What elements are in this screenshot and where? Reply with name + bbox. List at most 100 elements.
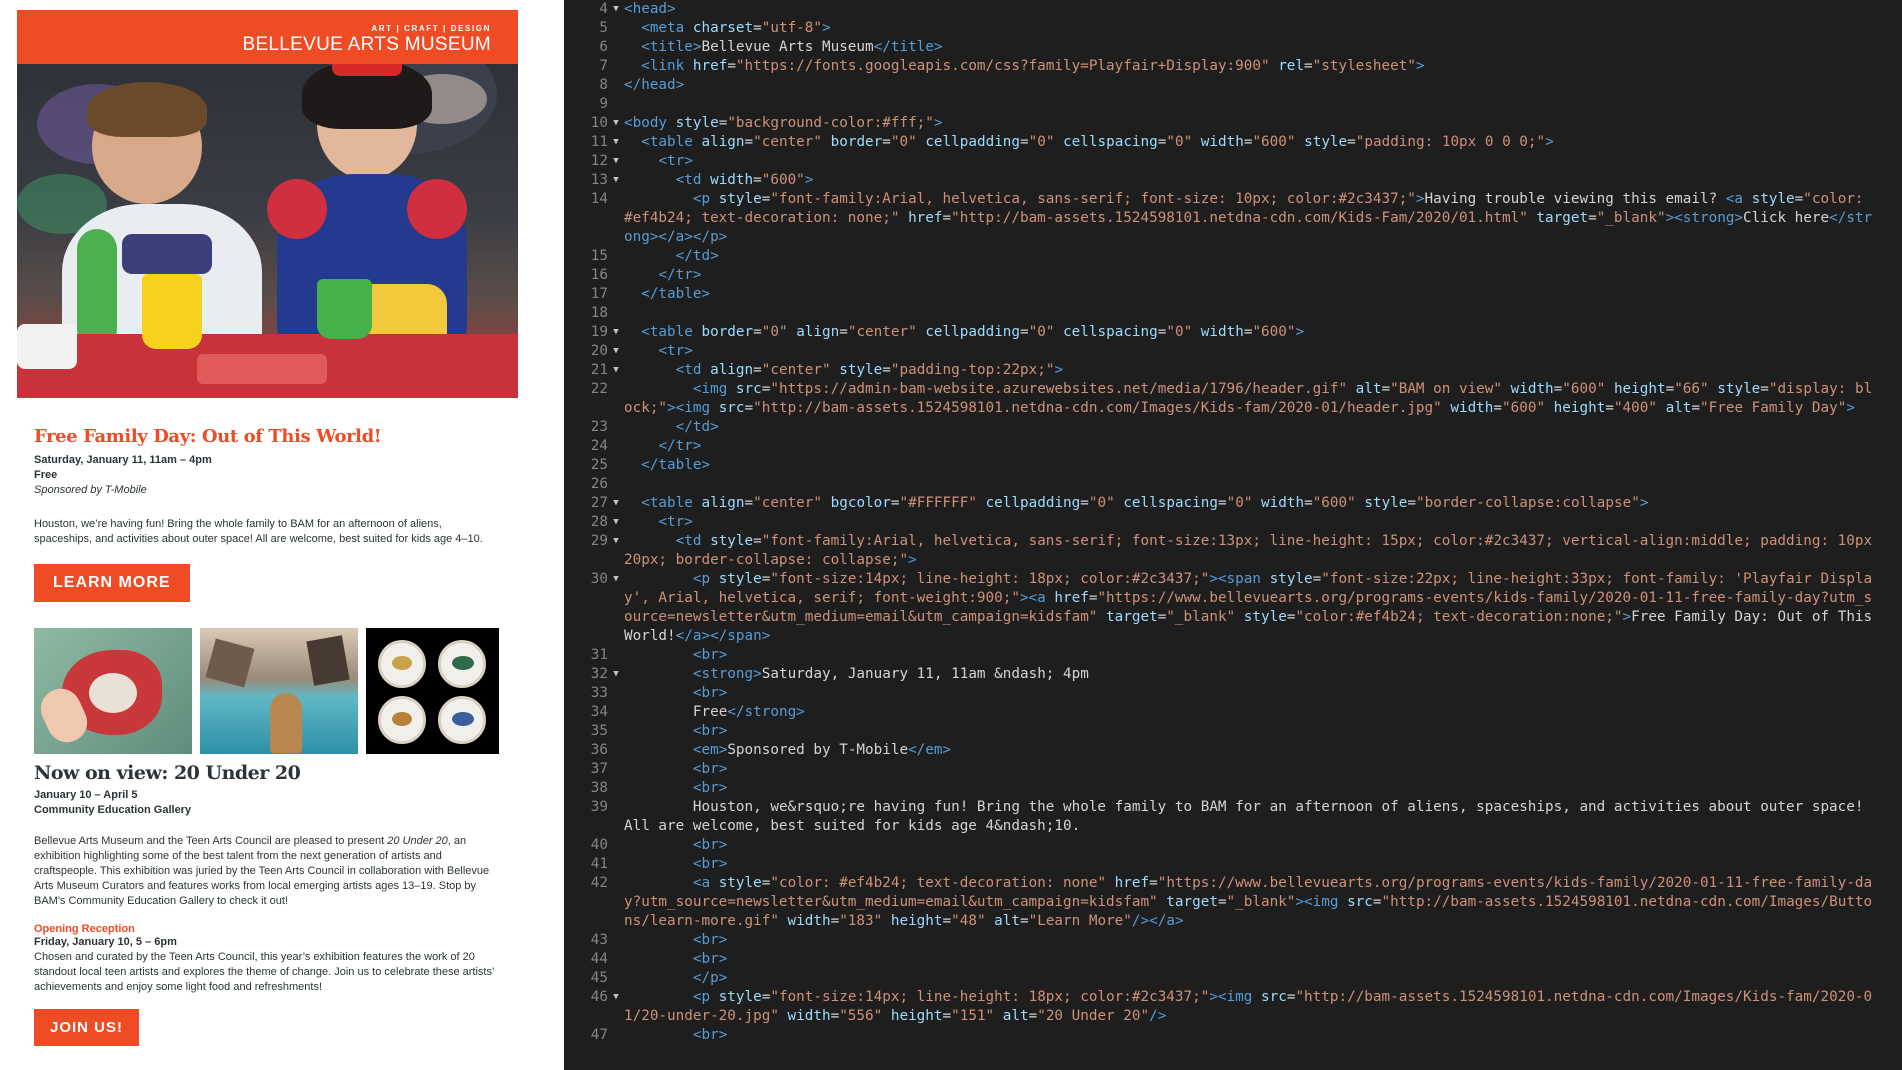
code-text[interactable]: <body style="background-color:#fff;"> (624, 114, 1902, 133)
fold-toggle-icon[interactable]: ▼ (608, 323, 624, 342)
code-text[interactable] (624, 95, 1902, 114)
code-line[interactable]: 46 ▼ <p style="font-size:14px; line-heigh… (564, 988, 1902, 1026)
code-line[interactable]: 8 </head> (564, 76, 1902, 95)
code-text[interactable]: <strong>Saturday, January 11, 11am &ndas… (624, 665, 1902, 684)
code-line[interactable]: 41 <br> (564, 855, 1902, 874)
fold-toggle-icon[interactable]: ▼ (608, 152, 624, 171)
exhibition-gallery-image[interactable] (34, 628, 501, 754)
code-text[interactable]: <table border="0" align="center" cellpad… (624, 323, 1902, 342)
code-line[interactable]: 10 ▼ <body style="background-color:#fff;"> (564, 114, 1902, 133)
code-text[interactable]: <p style="font-size:14px; line-height: 1… (624, 988, 1902, 1026)
code-text[interactable]: <br> (624, 760, 1902, 779)
code-editor-pane[interactable]: 4 ▼ <head> 5 <meta charset="utf-8"> 6 <title… (564, 0, 1902, 1070)
code-text[interactable]: <table align="center" border="0" cellpad… (624, 133, 1902, 152)
code-line[interactable]: 24 </tr> (564, 437, 1902, 456)
code-line[interactable]: 7 <link href="https://fonts.googleapis.c… (564, 57, 1902, 76)
code-line[interactable]: 4 ▼ <head> (564, 0, 1902, 19)
code-line[interactable]: 30 ▼ <p style="font-size:14px; line-heigh… (564, 570, 1902, 646)
code-line[interactable]: 26 (564, 475, 1902, 494)
code-text[interactable]: <br> (624, 646, 1902, 665)
code-line[interactable]: 28 ▼ <tr> (564, 513, 1902, 532)
code-text[interactable]: <td width="600"> (624, 171, 1902, 190)
code-line[interactable]: 20 ▼ <tr> (564, 342, 1902, 361)
code-text[interactable]: <table align="center" bgcolor="#FFFFFF" … (624, 494, 1902, 513)
code-line[interactable]: 47 <br> (564, 1026, 1902, 1045)
code-text[interactable]: <p style="font-family:Arial, helvetica, … (624, 190, 1902, 247)
code-text[interactable]: <tr> (624, 342, 1902, 361)
code-line[interactable]: 25 </table> (564, 456, 1902, 475)
fold-toggle-icon[interactable]: ▼ (608, 114, 624, 133)
code-text[interactable]: <br> (624, 950, 1902, 969)
code-line[interactable]: 40 <br> (564, 836, 1902, 855)
museum-header-banner[interactable]: ART | CRAFT | DESIGN BELLEVUE ARTS MUSEU… (17, 10, 518, 64)
email-preview-pane[interactable]: ART | CRAFT | DESIGN BELLEVUE ARTS MUSEU… (0, 0, 562, 1070)
code-line[interactable]: 12 ▼ <tr> (564, 152, 1902, 171)
code-line[interactable]: 42 <a style="color: #ef4b24; text-decora… (564, 874, 1902, 931)
fold-toggle-icon[interactable]: ▼ (608, 361, 624, 380)
code-line[interactable]: 37 <br> (564, 760, 1902, 779)
code-line[interactable]: 18 (564, 304, 1902, 323)
code-text[interactable]: Houston, we&rsquo;re having fun! Bring t… (624, 798, 1902, 836)
code-line[interactable]: 33 <br> (564, 684, 1902, 703)
code-line[interactable]: 38 <br> (564, 779, 1902, 798)
code-line[interactable]: 14 <p style="font-family:Arial, helvetic… (564, 190, 1902, 247)
code-line[interactable]: 15 </td> (564, 247, 1902, 266)
code-text[interactable] (624, 475, 1902, 494)
code-text[interactable]: <img src="https://admin-bam-website.azur… (624, 380, 1902, 418)
code-text[interactable]: </td> (624, 418, 1902, 437)
code-text[interactable]: <td style="font-family:Arial, helvetica,… (624, 532, 1902, 570)
code-text[interactable]: <p style="font-size:14px; line-height: 1… (624, 570, 1902, 646)
code-line[interactable]: 34 Free</strong> (564, 703, 1902, 722)
fold-toggle-icon[interactable]: ▼ (608, 342, 624, 361)
code-text[interactable]: <a style="color: #ef4b24; text-decoratio… (624, 874, 1902, 931)
code-line[interactable]: 44 <br> (564, 950, 1902, 969)
code-line[interactable]: 32 ▼ <strong>Saturday, January 11, 11am &… (564, 665, 1902, 684)
code-text[interactable]: </table> (624, 456, 1902, 475)
code-line[interactable]: 43 <br> (564, 931, 1902, 950)
code-text[interactable]: <br> (624, 931, 1902, 950)
code-line[interactable]: 11 ▼ <table align="center" border="0" cel… (564, 133, 1902, 152)
fold-toggle-icon[interactable]: ▼ (608, 494, 624, 513)
fold-toggle-icon[interactable]: ▼ (608, 570, 624, 646)
code-line[interactable]: 19 ▼ <table border="0" align="center" cel… (564, 323, 1902, 342)
code-line[interactable]: 36 <em>Sponsored by T-Mobile</em> (564, 741, 1902, 760)
code-text[interactable]: <tr> (624, 152, 1902, 171)
join-us-button[interactable]: JOIN US! (34, 1009, 140, 1046)
fold-toggle-icon[interactable]: ▼ (608, 532, 624, 570)
code-line[interactable]: 16 </tr> (564, 266, 1902, 285)
code-text[interactable]: </td> (624, 247, 1902, 266)
code-text[interactable]: <meta charset="utf-8"> (624, 19, 1902, 38)
code-text[interactable]: <link href="https://fonts.googleapis.com… (624, 57, 1902, 76)
code-text[interactable] (624, 304, 1902, 323)
hero-image-kids-painting[interactable] (17, 64, 518, 398)
code-text[interactable]: </table> (624, 285, 1902, 304)
code-text[interactable]: </head> (624, 76, 1902, 95)
code-line[interactable]: 5 <meta charset="utf-8"> (564, 19, 1902, 38)
code-line[interactable]: 17 </table> (564, 285, 1902, 304)
code-line[interactable]: 6 <title>Bellevue Arts Museum</title> (564, 38, 1902, 57)
code-text[interactable]: <br> (624, 855, 1902, 874)
event-title-link[interactable]: Free Family Day: Out of This World! (34, 426, 501, 447)
code-line[interactable]: 9 (564, 95, 1902, 114)
fold-toggle-icon[interactable]: ▼ (608, 665, 624, 684)
code-text[interactable]: <br> (624, 836, 1902, 855)
code-line[interactable]: 45 </p> (564, 969, 1902, 988)
code-line[interactable]: 35 <br> (564, 722, 1902, 741)
exhibition-title[interactable]: Now on view: 20 Under 20 (34, 762, 501, 784)
code-text[interactable]: Free</strong> (624, 703, 1902, 722)
learn-more-button[interactable]: LEARN MORE (34, 564, 190, 602)
code-text[interactable]: <em>Sponsored by T-Mobile</em> (624, 741, 1902, 760)
code-text[interactable]: <br> (624, 779, 1902, 798)
code-line[interactable]: 22 <img src="https://admin-bam-website.a… (564, 380, 1902, 418)
code-text[interactable]: <title>Bellevue Arts Museum</title> (624, 38, 1902, 57)
code-line[interactable]: 29 ▼ <td style="font-family:Arial, helvet… (564, 532, 1902, 570)
code-text[interactable]: </p> (624, 969, 1902, 988)
fold-toggle-icon[interactable]: ▼ (608, 133, 624, 152)
code-line[interactable]: 39 Houston, we&rsquo;re having fun! Brin… (564, 798, 1902, 836)
code-line[interactable]: 27 ▼ <table align="center" bgcolor="#FFFF… (564, 494, 1902, 513)
code-line[interactable]: 21 ▼ <td align="center" style="padding-to… (564, 361, 1902, 380)
code-text[interactable]: <head> (624, 0, 1902, 19)
code-line[interactable]: 31 <br> (564, 646, 1902, 665)
fold-toggle-icon[interactable]: ▼ (608, 0, 624, 19)
code-text[interactable]: </tr> (624, 266, 1902, 285)
